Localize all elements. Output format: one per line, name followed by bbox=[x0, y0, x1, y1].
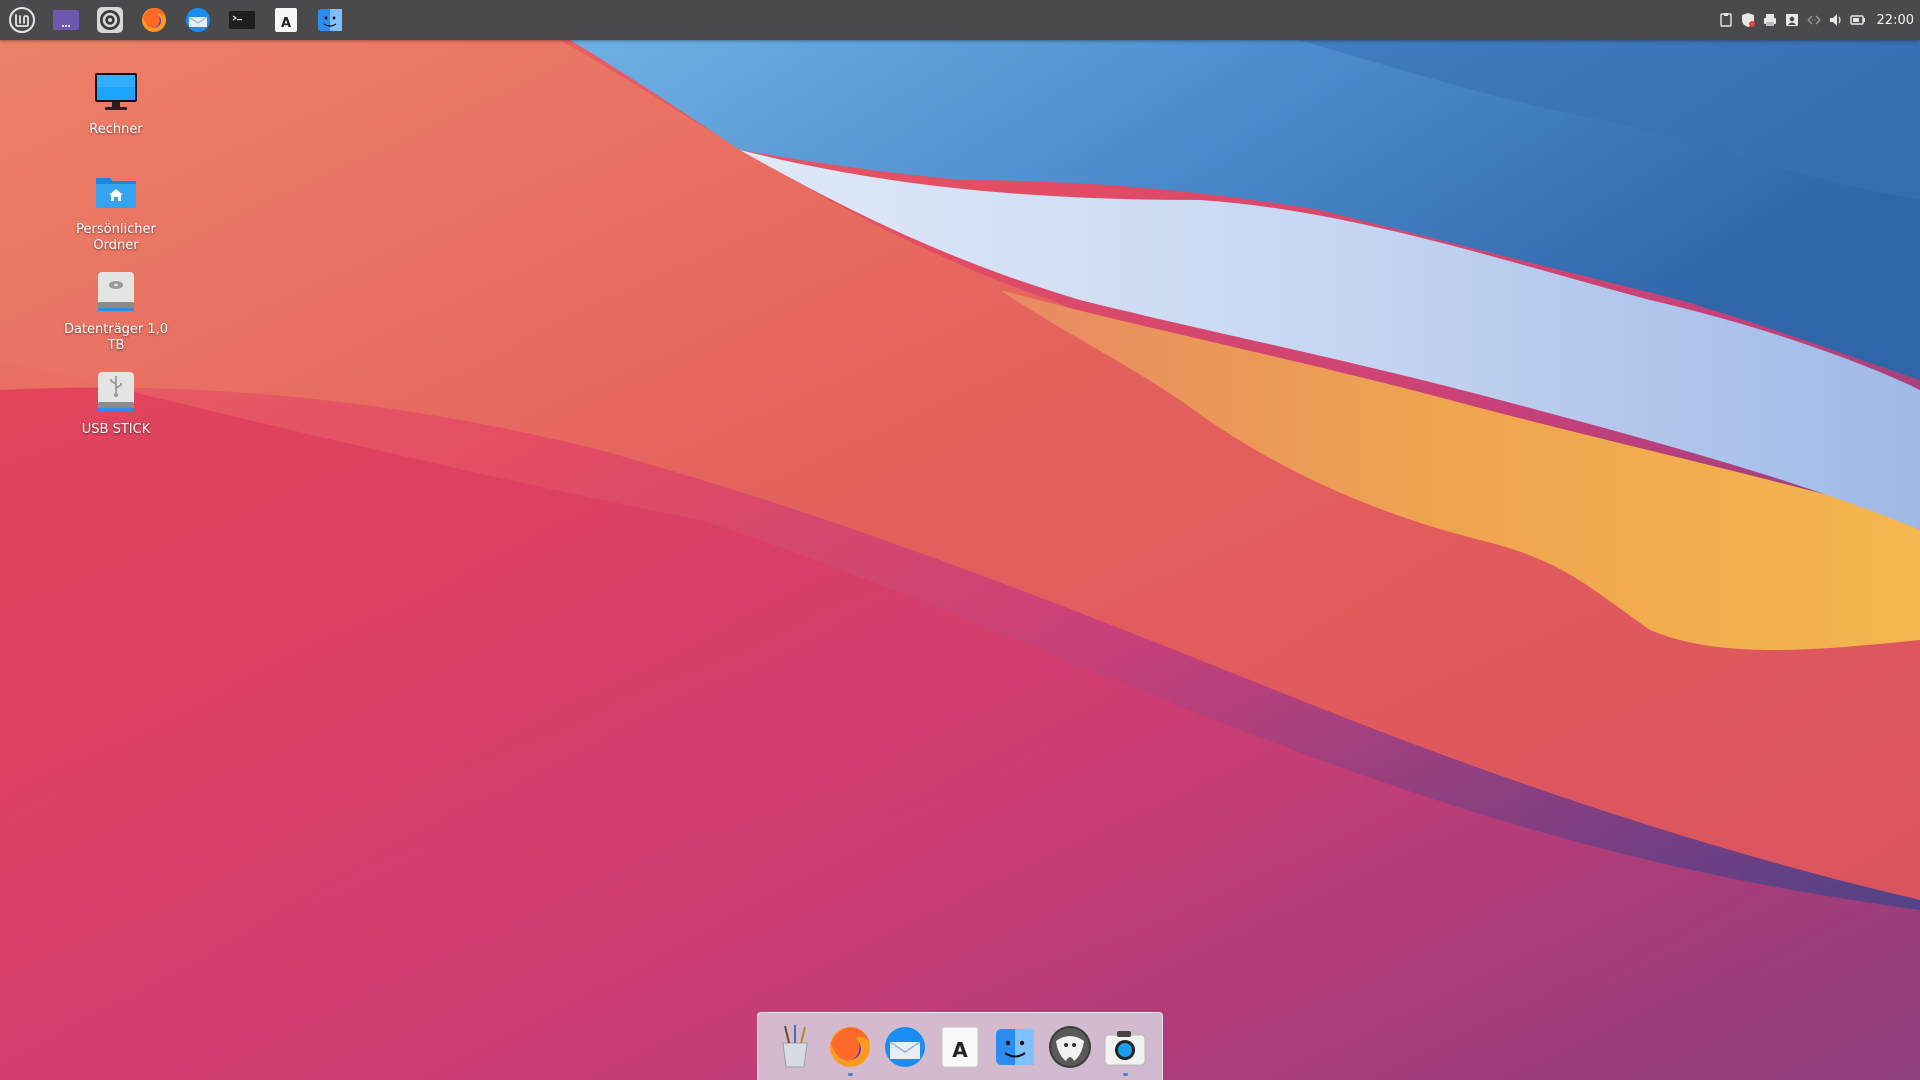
show-desktop-launcher[interactable] bbox=[44, 0, 88, 40]
terminal-icon bbox=[229, 11, 255, 29]
desktop-icon-label: Datenträger 1,0 TB bbox=[63, 322, 169, 353]
firefox-icon bbox=[830, 1027, 870, 1067]
desktop-icon-label: USB STICK bbox=[81, 422, 151, 437]
update-shield-icon bbox=[1741, 13, 1755, 27]
network-icon bbox=[1807, 15, 1821, 25]
firefox-icon bbox=[142, 8, 166, 32]
file-manager-launcher[interactable] bbox=[308, 0, 352, 40]
menu-icon bbox=[9, 7, 35, 33]
volume-icon bbox=[1829, 14, 1841, 26]
clock[interactable]: 22:00 bbox=[1877, 13, 1914, 28]
svg-text:A: A bbox=[952, 1038, 968, 1062]
dock-item-thunderbird[interactable] bbox=[878, 1017, 933, 1077]
home-folder-icon bbox=[96, 178, 136, 208]
menu-button[interactable] bbox=[0, 0, 44, 40]
user-icon bbox=[1785, 14, 1798, 26]
hard-disk-icon bbox=[98, 272, 134, 311]
printer-icon bbox=[1763, 14, 1776, 26]
settings-launcher[interactable] bbox=[88, 0, 132, 40]
desktop-icon-label: Persönlicher Ordner bbox=[76, 222, 156, 253]
usb-drive-icon bbox=[98, 372, 134, 411]
file-manager-icon bbox=[996, 1029, 1034, 1065]
user-tray[interactable] bbox=[1781, 0, 1803, 40]
paintbrush-app-icon bbox=[782, 1025, 808, 1068]
wallpaper bbox=[0, 0, 1920, 1080]
dock-item-screenshot[interactable] bbox=[1098, 1017, 1153, 1077]
screenshot-icon bbox=[1104, 1031, 1146, 1066]
desktop-icon-hard-disk[interactable]: Datenträger 1,0 TB bbox=[60, 268, 172, 354]
update-tray[interactable] bbox=[1737, 0, 1759, 40]
dock-item-paintbrush[interactable] bbox=[768, 1017, 823, 1077]
computer-icon bbox=[95, 73, 137, 110]
network-tray[interactable] bbox=[1803, 0, 1825, 40]
text-editor-icon: A bbox=[275, 8, 297, 32]
dock-item-firefox[interactable] bbox=[823, 1017, 878, 1077]
thunderbird-icon bbox=[186, 8, 210, 32]
settings-icon bbox=[97, 7, 123, 33]
clipboard-icon bbox=[1719, 13, 1732, 27]
battery-icon bbox=[1849, 15, 1865, 25]
dock-item-text-editor[interactable]: A bbox=[933, 1017, 988, 1077]
running-indicator bbox=[847, 1073, 853, 1076]
gimp-icon bbox=[1049, 1026, 1091, 1068]
firefox-launcher[interactable] bbox=[132, 0, 176, 40]
desktop-icon-home-folder[interactable]: Persönlicher Ordner bbox=[60, 168, 172, 254]
desktop[interactable]: A 22:00 Rechner Persönlicher Ordner Date… bbox=[0, 0, 1920, 1080]
clipboard-tray[interactable] bbox=[1715, 0, 1737, 40]
desktop-icon-label: Rechner bbox=[89, 122, 143, 137]
thunderbird-launcher[interactable] bbox=[176, 0, 220, 40]
volume-tray[interactable] bbox=[1825, 0, 1847, 40]
show-desktop-icon bbox=[53, 10, 79, 30]
dock-item-gimp[interactable] bbox=[1043, 1017, 1098, 1077]
printer-tray[interactable] bbox=[1759, 0, 1781, 40]
text-editor-launcher[interactable]: A bbox=[264, 0, 308, 40]
dock: A bbox=[757, 1012, 1163, 1080]
dock-item-file-manager[interactable] bbox=[988, 1017, 1043, 1077]
desktop-icon-computer[interactable]: Rechner bbox=[60, 68, 172, 138]
terminal-launcher[interactable] bbox=[220, 0, 264, 40]
thunderbird-icon bbox=[885, 1027, 925, 1067]
svg-text:A: A bbox=[281, 16, 291, 31]
running-indicator bbox=[1122, 1073, 1128, 1076]
desktop-icon-usb-drive[interactable]: USB STICK bbox=[60, 368, 172, 438]
battery-tray[interactable] bbox=[1847, 0, 1869, 40]
top-panel: A 22:00 bbox=[0, 0, 1920, 40]
file-manager-icon bbox=[318, 9, 342, 31]
text-editor-icon: A bbox=[941, 1026, 979, 1068]
system-tray: 22:00 bbox=[1715, 0, 1920, 40]
